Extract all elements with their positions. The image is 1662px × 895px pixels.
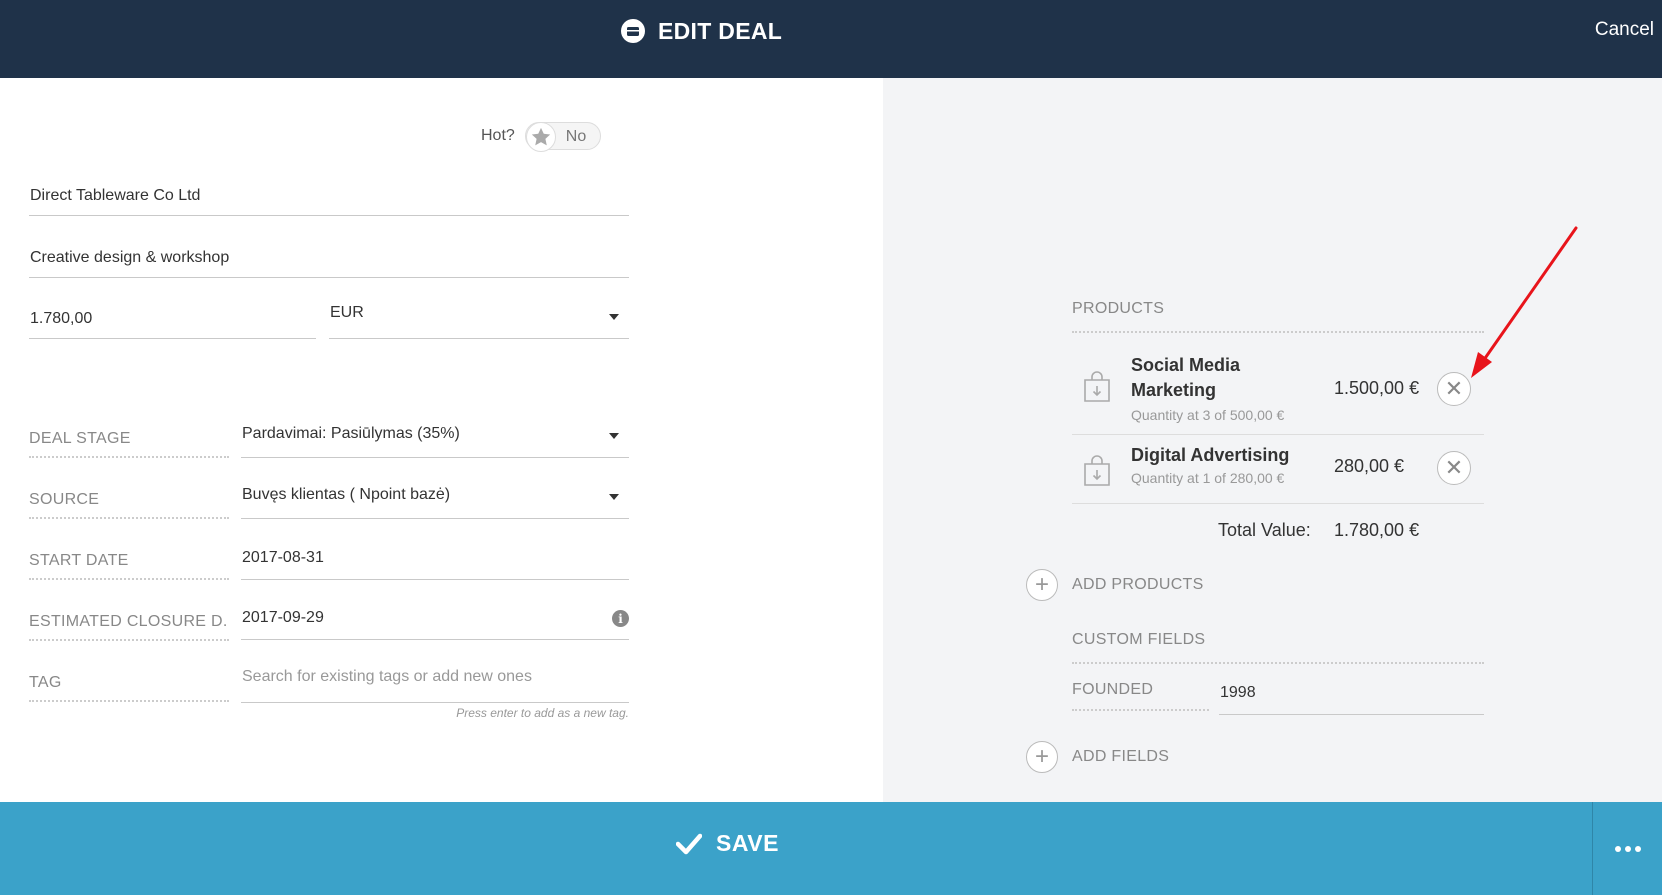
amount-value: 1.780,00	[30, 310, 93, 327]
total-value: 1.780,00 €	[1334, 520, 1420, 540]
organization-field[interactable]: Direct Tableware Co Ltd	[29, 170, 629, 216]
close-icon: ✕	[1444, 455, 1464, 480]
tag-hint: Press enter to add as a new tag.	[456, 706, 629, 720]
founded-field[interactable]: 1998	[1219, 675, 1484, 715]
plus-icon: +	[1026, 569, 1058, 601]
page-title-text: EDIT DEAL	[658, 17, 783, 44]
product-quantity: Quantity at 1 of 280,00 €	[1131, 470, 1285, 486]
source-select[interactable]: Buvęs klientas ( Npoint bazė)	[241, 473, 629, 519]
products-panel: PRODUCTS Social Media Marketing Quantity…	[883, 78, 1662, 802]
close-icon: ✕	[1444, 376, 1464, 401]
closure-date-label: ESTIMATED CLOSURE D...	[29, 613, 229, 641]
product-divider	[1072, 434, 1484, 435]
tag-label: TAG	[29, 674, 229, 702]
deal-form: Hot? No Direct Tableware Co Ltd Creative…	[0, 78, 883, 802]
total-value-label: Total Value:	[1218, 520, 1311, 540]
remove-product-button[interactable]: ✕	[1437, 372, 1471, 406]
founded-label: FOUNDED	[1072, 681, 1209, 711]
product-item: Digital Advertising Quantity at 1 of 280…	[1072, 443, 1484, 503]
start-date-field[interactable]: 2017-08-31	[241, 534, 629, 580]
tag-placeholder: Search for existing tags or add new ones	[242, 668, 532, 685]
cancel-button[interactable]: Cancel	[1595, 19, 1654, 41]
star-icon	[525, 122, 556, 152]
product-name: Digital Advertising	[1131, 445, 1290, 465]
amount-field[interactable]: 1.780,00	[29, 292, 316, 339]
hot-label: Hot?	[481, 127, 515, 144]
deal-icon	[621, 19, 645, 43]
deal-stage-label: DEAL STAGE	[29, 430, 229, 458]
deal-stage-select[interactable]: Pardavimai: Pasiūlymas (35%)	[241, 412, 629, 458]
add-products-button[interactable]: + ADD PRODUCTS	[1026, 569, 1204, 601]
shopping-bag-icon	[1084, 455, 1110, 486]
add-fields-label: ADD FIELDS	[1072, 748, 1170, 765]
closure-date-field[interactable]: 2017-09-29 i	[241, 594, 629, 640]
deal-name-value: Creative design & workshop	[30, 249, 230, 266]
product-name: Social Media Marketing	[1131, 353, 1240, 403]
source-label: SOURCE	[29, 491, 229, 519]
start-date-value: 2017-08-31	[242, 549, 324, 566]
product-price: 280,00 €	[1334, 456, 1405, 476]
hot-toggle[interactable]: No	[524, 122, 601, 152]
founded-value: 1998	[1220, 684, 1256, 701]
remove-product-button[interactable]: ✕	[1437, 451, 1471, 485]
more-icon	[1614, 845, 1641, 852]
chevron-down-icon	[609, 433, 619, 439]
organization-value: Direct Tableware Co Ltd	[30, 187, 201, 204]
tag-input[interactable]: Search for existing tags or add new ones	[241, 655, 629, 703]
chevron-down-icon	[609, 494, 619, 500]
product-item: Social Media Marketing Quantity at 3 of …	[1072, 351, 1484, 431]
save-button[interactable]: SAVE	[676, 830, 779, 857]
header-bar: EDIT DEAL Cancel	[0, 0, 1662, 78]
product-quantity: Quantity at 3 of 500,00 €	[1131, 407, 1285, 423]
info-icon[interactable]: i	[612, 610, 629, 627]
deal-name-field[interactable]: Creative design & workshop	[29, 232, 629, 278]
product-name-line: Social Media	[1131, 355, 1241, 375]
chevron-down-icon	[609, 314, 619, 320]
check-icon	[676, 833, 702, 854]
currency-select[interactable]: EUR	[329, 292, 629, 339]
currency-value: EUR	[330, 304, 364, 321]
more-options-button[interactable]	[1592, 802, 1662, 895]
products-divider	[1072, 331, 1484, 333]
start-date-label: START DATE	[29, 552, 229, 580]
footer-bar: SAVE	[0, 802, 1662, 895]
save-label: SAVE	[716, 830, 779, 856]
product-divider	[1072, 503, 1484, 504]
product-name-line: Marketing	[1131, 380, 1217, 400]
hot-toggle-group: Hot? No	[481, 122, 601, 152]
source-value: Buvęs klientas ( Npoint bazė)	[242, 486, 451, 503]
custom-fields-divider	[1072, 662, 1484, 664]
custom-fields-title: CUSTOM FIELDS	[1072, 631, 1206, 648]
deal-stage-value: Pardavimai: Pasiūlymas (35%)	[242, 425, 460, 442]
add-fields-button[interactable]: + ADD FIELDS	[1026, 741, 1169, 773]
shopping-bag-icon	[1084, 371, 1110, 402]
page-title: EDIT DEAL	[620, 16, 782, 46]
hot-toggle-value: No	[565, 128, 587, 145]
products-title: PRODUCTS	[1072, 300, 1165, 317]
closure-date-value: 2017-09-29	[242, 609, 324, 626]
add-products-label: ADD PRODUCTS	[1072, 576, 1204, 593]
product-price: 1.500,00 €	[1334, 378, 1420, 398]
plus-icon: +	[1026, 741, 1058, 773]
